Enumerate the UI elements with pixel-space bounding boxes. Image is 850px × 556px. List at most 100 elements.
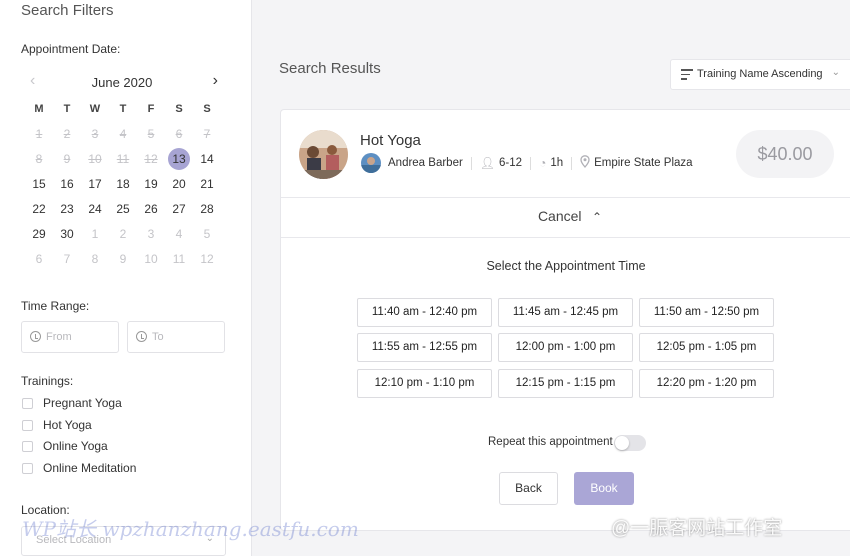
time-slot[interactable]: 11:45 am - 12:45 pm <box>498 298 633 327</box>
calendar-day-number: 5 <box>147 127 155 141</box>
calendar-day-number: 23 <box>60 202 74 216</box>
sort-icon <box>681 69 693 81</box>
book-button[interactable]: Book <box>574 472 634 505</box>
training-checkbox-hot-yoga[interactable]: Hot Yoga <box>22 417 92 433</box>
calendar-day[interactable]: 1 <box>81 222 109 247</box>
calendar-day[interactable]: 3 <box>137 222 165 247</box>
calendar-day[interactable]: 5 <box>193 222 221 247</box>
calendar-day[interactable]: 4 <box>109 122 137 147</box>
training-label: Pregnant Yoga <box>43 396 122 410</box>
calendar-day[interactable]: 18 <box>109 172 137 197</box>
calendar-day[interactable]: 10 <box>137 247 165 272</box>
time-slot[interactable]: 11:40 am - 12:40 pm <box>357 298 492 327</box>
calendar-day[interactable]: 19 <box>137 172 165 197</box>
calendar-day[interactable]: 7 <box>53 247 81 272</box>
calendar-month: June 2020 <box>91 75 153 90</box>
calendar-day[interactable]: 9 <box>109 247 137 272</box>
calendar-day[interactable]: 25 <box>109 197 137 222</box>
time-from-input[interactable] <box>46 328 114 346</box>
calendar-day-number: 19 <box>144 177 158 191</box>
calendar-day[interactable]: 9 <box>53 147 81 172</box>
calendar-day[interactable]: 22 <box>25 197 53 222</box>
weekday-label: T <box>119 103 127 115</box>
calendar-day[interactable]: 6 <box>25 247 53 272</box>
checkbox[interactable] <box>22 397 33 409</box>
calendar-day[interactable]: 6 <box>165 122 193 147</box>
calendar-day-number: 6 <box>175 127 183 141</box>
calendar-day[interactable]: 11 <box>109 147 137 172</box>
time-slot[interactable]: 12:05 pm - 1:05 pm <box>639 333 774 362</box>
filters-sidebar: Search Filters Appointment Date: ‹ June … <box>0 0 252 556</box>
calendar-day-number: 4 <box>119 127 127 141</box>
training-title: Hot Yoga <box>360 132 421 149</box>
calendar-day[interactable]: 21 <box>193 172 221 197</box>
calendar-day[interactable]: 3 <box>81 122 109 147</box>
calendar-day[interactable]: 4 <box>165 222 193 247</box>
clock-icon <box>136 331 147 342</box>
calendar-day[interactable]: 17 <box>81 172 109 197</box>
weekday-label: F <box>147 103 155 115</box>
calendar-day[interactable]: 11 <box>165 247 193 272</box>
checkbox[interactable] <box>22 419 33 431</box>
calendar-day[interactable]: 7 <box>193 122 221 147</box>
checkbox[interactable] <box>22 440 33 452</box>
calendar-day-number: 10 <box>88 152 102 166</box>
calendar-day-number: 3 <box>91 127 99 141</box>
calendar-day-number: 5 <box>203 227 211 241</box>
calendar-day[interactable]: 5 <box>137 122 165 147</box>
calendar-day-number: 20 <box>172 177 186 191</box>
calendar-day-number: 11 <box>116 152 130 166</box>
time-to-field[interactable] <box>127 321 225 353</box>
time-slot[interactable]: 12:15 pm - 1:15 pm <box>498 369 633 398</box>
chevron-down-icon: ⌄ <box>831 67 840 78</box>
time-from-field[interactable] <box>21 321 119 353</box>
calendar-day[interactable]: 8 <box>81 247 109 272</box>
calendar-day[interactable]: 2 <box>53 122 81 147</box>
training-label: Hot Yoga <box>43 418 92 432</box>
calendar-day[interactable]: 20 <box>165 172 193 197</box>
calendar-day-number: 9 <box>63 152 71 166</box>
calendar-day[interactable]: 1 <box>25 122 53 147</box>
calendar-day-number: 22 <box>32 202 46 216</box>
sort-dropdown[interactable]: Training Name Ascending ⌄ <box>670 59 850 90</box>
time-slot[interactable]: 12:10 pm - 1:10 pm <box>357 369 492 398</box>
time-slot[interactable]: 12:00 pm - 1:00 pm <box>498 333 633 362</box>
sort-label: Training Name Ascending <box>697 68 823 80</box>
chevron-right-icon[interactable]: › <box>213 72 218 90</box>
calendar-day-number: 9 <box>119 252 127 266</box>
calendar-day-number: 12 <box>144 152 158 166</box>
calendar-day[interactable]: 24 <box>81 197 109 222</box>
training-checkbox-online-yoga[interactable]: Online Yoga <box>22 438 108 454</box>
calendar-day[interactable]: 2 <box>109 222 137 247</box>
calendar-day-number: 12 <box>200 252 214 266</box>
calendar-day-number: 6 <box>35 252 43 266</box>
calendar-day[interactable]: 26 <box>137 197 165 222</box>
capacity: 6-12 <box>499 157 523 169</box>
calendar-day[interactable]: 13 <box>165 147 193 172</box>
calendar-day[interactable]: 8 <box>25 147 53 172</box>
calendar-day[interactable]: 12 <box>193 247 221 272</box>
calendar-day[interactable]: 15 <box>25 172 53 197</box>
time-to-input[interactable] <box>152 328 220 346</box>
calendar-day[interactable]: 10 <box>81 147 109 172</box>
calendar-day[interactable]: 30 <box>53 222 81 247</box>
calendar-day[interactable]: 23 <box>53 197 81 222</box>
calendar-day[interactable]: 14 <box>193 147 221 172</box>
calendar-day-number: 15 <box>32 177 46 191</box>
back-button[interactable]: Back <box>499 472 558 505</box>
cancel-collapse-button[interactable]: Cancel ⌃ <box>281 198 850 237</box>
calendar-day[interactable]: 27 <box>165 197 193 222</box>
repeat-toggle[interactable] <box>614 435 646 451</box>
calendar-day[interactable]: 29 <box>25 222 53 247</box>
time-slot[interactable]: 12:20 pm - 1:20 pm <box>639 369 774 398</box>
checkbox[interactable] <box>22 462 33 474</box>
calendar-day[interactable]: 12 <box>137 147 165 172</box>
weekday-label: S <box>175 103 183 115</box>
calendar-day[interactable]: 16 <box>53 172 81 197</box>
training-checkbox-pregnant-yoga[interactable]: Pregnant Yoga <box>22 395 122 411</box>
time-slot[interactable]: 11:55 am - 12:55 pm <box>357 333 492 362</box>
clock-icon: ◔ <box>539 156 547 170</box>
calendar-day[interactable]: 28 <box>193 197 221 222</box>
training-checkbox-online-meditation[interactable]: Online Meditation <box>22 460 136 476</box>
time-slot[interactable]: 11:50 am - 12:50 pm <box>639 298 774 327</box>
